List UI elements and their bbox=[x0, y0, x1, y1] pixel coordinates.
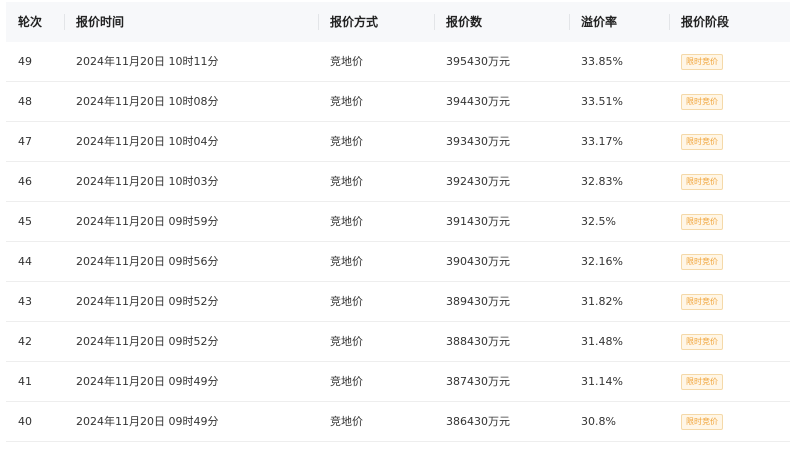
amount-cell: 389430万元 bbox=[446, 295, 510, 308]
time-cell: 2024年11月20日 09时59分 bbox=[76, 215, 219, 228]
table-row: 45 2024年11月20日 09时59分 竞地价 391430万元 32.5% 限时竞价 bbox=[6, 202, 790, 242]
time-cell: 2024年11月20日 10时03分 bbox=[76, 175, 219, 188]
time-cell: 2024年11月20日 10时08分 bbox=[76, 95, 219, 108]
method-cell: 竞地价 bbox=[330, 175, 363, 188]
premium-cell: 30.8% bbox=[581, 415, 616, 428]
method-cell: 竞地价 bbox=[330, 415, 363, 428]
round-cell: 43 bbox=[18, 295, 32, 308]
amount-cell: 387430万元 bbox=[446, 375, 510, 388]
header-method: 报价方式 bbox=[318, 2, 434, 42]
round-cell: 44 bbox=[18, 255, 32, 268]
stage-badge: 限时竞价 bbox=[681, 414, 723, 430]
table-row: 42 2024年11月20日 09时52分 竞地价 388430万元 31.48% 限时竞… bbox=[6, 322, 790, 362]
stage-badge: 限时竞价 bbox=[681, 94, 723, 110]
method-cell: 竞地价 bbox=[330, 295, 363, 308]
stage-badge: 限时竞价 bbox=[681, 214, 723, 230]
round-cell: 48 bbox=[18, 95, 32, 108]
header-round: 轮次 bbox=[18, 15, 43, 29]
stage-cell: 限时竞价 bbox=[669, 362, 790, 401]
amount-cell: 388430万元 bbox=[446, 335, 510, 348]
time-cell: 2024年11月20日 09时49分 bbox=[76, 415, 219, 428]
method-cell: 竞地价 bbox=[330, 255, 363, 268]
method-cell: 竞地价 bbox=[330, 95, 363, 108]
method-cell: 竞地价 bbox=[330, 375, 363, 388]
header-amount: 报价数 bbox=[434, 2, 569, 42]
stage-cell: 限时竞价 bbox=[669, 82, 790, 121]
table-row: 48 2024年11月20日 10时08分 竞地价 394430万元 33.51% 限时竞… bbox=[6, 82, 790, 122]
table-row: 46 2024年11月20日 10时03分 竞地价 392430万元 32.83% 限时竞… bbox=[6, 162, 790, 202]
round-cell: 46 bbox=[18, 175, 32, 188]
stage-badge: 限时竞价 bbox=[681, 254, 723, 270]
stage-cell: 限时竞价 bbox=[669, 322, 790, 361]
method-cell: 竞地价 bbox=[330, 215, 363, 228]
table-row: 41 2024年11月20日 09时49分 竞地价 387430万元 31.14% 限时竞… bbox=[6, 362, 790, 402]
premium-cell: 32.83% bbox=[581, 175, 623, 188]
stage-cell: 限时竞价 bbox=[669, 42, 790, 81]
amount-cell: 391430万元 bbox=[446, 215, 510, 228]
round-cell: 40 bbox=[18, 415, 32, 428]
stage-badge: 限时竞价 bbox=[681, 374, 723, 390]
header-premium: 溢价率 bbox=[569, 2, 669, 42]
stage-badge: 限时竞价 bbox=[681, 134, 723, 150]
stage-badge: 限时竞价 bbox=[681, 54, 723, 70]
round-cell: 47 bbox=[18, 135, 32, 148]
premium-cell: 33.51% bbox=[581, 95, 623, 108]
table-row: 44 2024年11月20日 09时56分 竞地价 390430万元 32.16% 限时竞… bbox=[6, 242, 790, 282]
premium-cell: 32.5% bbox=[581, 215, 616, 228]
stage-badge: 限时竞价 bbox=[681, 334, 723, 350]
table-row: 49 2024年11月20日 10时11分 竞地价 395430万元 33.85% 限时竞… bbox=[6, 42, 790, 82]
method-cell: 竞地价 bbox=[330, 135, 363, 148]
stage-cell: 限时竞价 bbox=[669, 242, 790, 281]
table-header: 轮次 报价时间 报价方式 报价数 溢价率 报价阶段 bbox=[6, 2, 790, 42]
time-cell: 2024年11月20日 09时52分 bbox=[76, 335, 219, 348]
premium-cell: 33.17% bbox=[581, 135, 623, 148]
table-body: 49 2024年11月20日 10时11分 竞地价 395430万元 33.85% 限时竞… bbox=[6, 42, 790, 442]
method-cell: 竞地价 bbox=[330, 55, 363, 68]
amount-cell: 395430万元 bbox=[446, 55, 510, 68]
premium-cell: 31.48% bbox=[581, 335, 623, 348]
amount-cell: 392430万元 bbox=[446, 175, 510, 188]
time-cell: 2024年11月20日 09时49分 bbox=[76, 375, 219, 388]
round-cell: 42 bbox=[18, 335, 32, 348]
round-cell: 45 bbox=[18, 215, 32, 228]
premium-cell: 33.85% bbox=[581, 55, 623, 68]
round-cell: 49 bbox=[18, 55, 32, 68]
header-stage: 报价阶段 bbox=[669, 2, 790, 42]
round-cell: 41 bbox=[18, 375, 32, 388]
table-row: 40 2024年11月20日 09时49分 竞地价 386430万元 30.8% 限时竞价 bbox=[6, 402, 790, 442]
amount-cell: 393430万元 bbox=[446, 135, 510, 148]
premium-cell: 31.14% bbox=[581, 375, 623, 388]
stage-cell: 限时竞价 bbox=[669, 202, 790, 241]
stage-badge: 限时竞价 bbox=[681, 174, 723, 190]
amount-cell: 394430万元 bbox=[446, 95, 510, 108]
amount-cell: 386430万元 bbox=[446, 415, 510, 428]
stage-cell: 限时竞价 bbox=[669, 122, 790, 161]
stage-cell: 限时竞价 bbox=[669, 282, 790, 321]
header-time: 报价时间 bbox=[64, 2, 318, 42]
table-row: 47 2024年11月20日 10时04分 竞地价 393430万元 33.17% 限时竞… bbox=[6, 122, 790, 162]
stage-cell: 限时竞价 bbox=[669, 402, 790, 441]
amount-cell: 390430万元 bbox=[446, 255, 510, 268]
table-row: 43 2024年11月20日 09时52分 竞地价 389430万元 31.82% 限时竞… bbox=[6, 282, 790, 322]
stage-cell: 限时竞价 bbox=[669, 162, 790, 201]
method-cell: 竞地价 bbox=[330, 335, 363, 348]
time-cell: 2024年11月20日 09时52分 bbox=[76, 295, 219, 308]
time-cell: 2024年11月20日 09时56分 bbox=[76, 255, 219, 268]
bid-history-table: 轮次 报价时间 报价方式 报价数 溢价率 报价阶段 49 2024年11月20日 … bbox=[6, 2, 790, 442]
stage-badge: 限时竞价 bbox=[681, 294, 723, 310]
time-cell: 2024年11月20日 10时04分 bbox=[76, 135, 219, 148]
time-cell: 2024年11月20日 10时11分 bbox=[76, 55, 219, 68]
premium-cell: 31.82% bbox=[581, 295, 623, 308]
premium-cell: 32.16% bbox=[581, 255, 623, 268]
